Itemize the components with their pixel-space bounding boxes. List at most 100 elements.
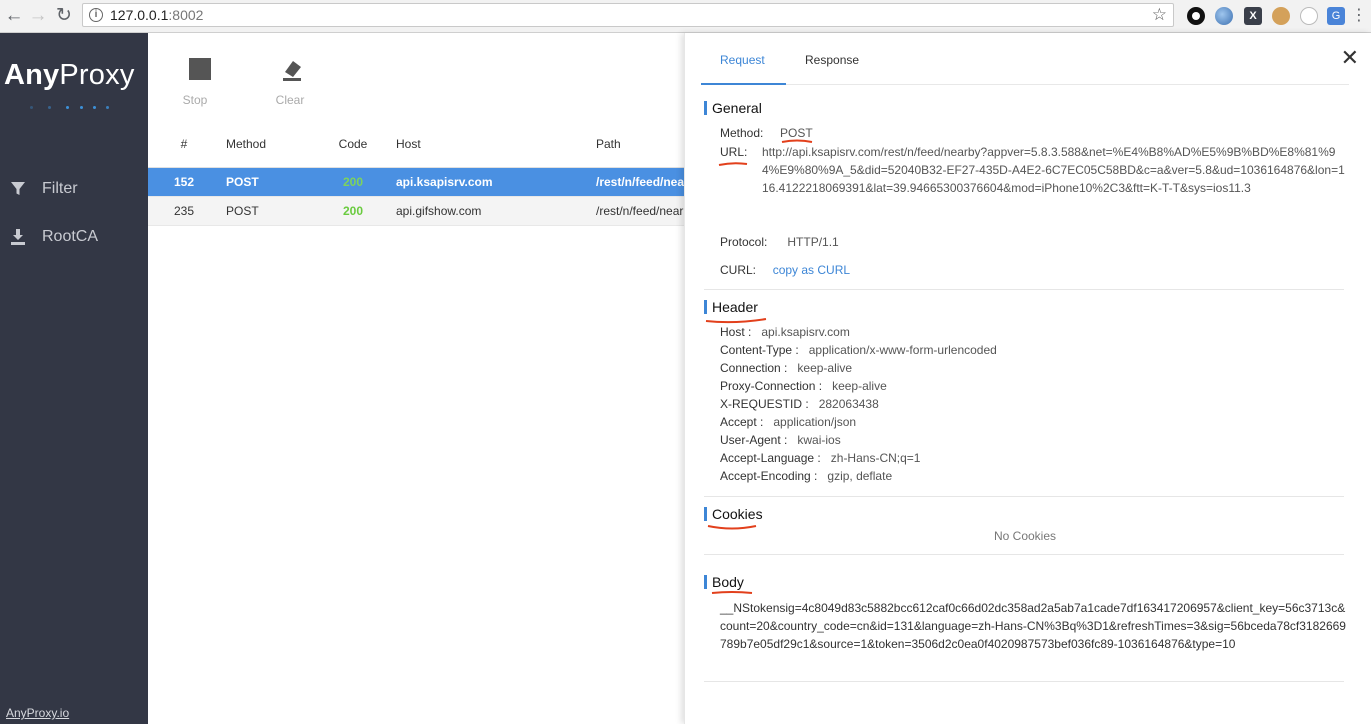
general-protocol: Protocol: HTTP/1.1 [720, 233, 839, 251]
translate-icon[interactable]: G [1327, 7, 1345, 25]
header-value: api.ksapisrv.com [761, 325, 850, 339]
row-code: 200 [342, 204, 364, 218]
row-id: 152 [173, 175, 195, 189]
header-entry: Proxy-Connection : keep-alive [720, 377, 887, 395]
header-host[interactable]: Host [396, 120, 586, 168]
sidebar-item-rootca[interactable]: RootCA [0, 221, 148, 255]
row-method: POST [226, 175, 259, 189]
clear-label: Clear [275, 93, 305, 107]
header-entry: Connection : keep-alive [720, 359, 852, 377]
extension-cookie-icon[interactable] [1272, 7, 1290, 25]
stop-icon [189, 58, 211, 80]
clear-button[interactable]: Clear [260, 55, 320, 107]
request-body-content: __NStokensig=4c8049d83c5882bcc612caf0c66… [720, 601, 1346, 651]
logo-bold: Any [4, 59, 60, 91]
bookmark-star-icon[interactable]: ☆ [1152, 5, 1167, 25]
url-key: URL: [720, 145, 748, 159]
header-key: Accept-Language : [720, 451, 821, 465]
header-entry: User-Agent : kwai-ios [720, 431, 841, 449]
extension-circle-icon[interactable] [1187, 7, 1205, 25]
header-value: keep-alive [797, 361, 853, 375]
sidebar-item-filter[interactable]: Filter [0, 173, 148, 207]
section-divider [704, 554, 1344, 555]
header-value: zh-Hans-CN;q=1 [830, 451, 921, 465]
row-code: 200 [342, 175, 364, 189]
header-value: application/json [773, 415, 857, 429]
eraser-icon [283, 61, 301, 81]
section-divider [704, 681, 1344, 682]
header-entry: Accept : application/json [720, 413, 856, 431]
info-icon[interactable]: i [89, 8, 103, 22]
tab-request[interactable]: Request [720, 53, 765, 67]
extension-disabled-icon[interactable] [1300, 7, 1318, 25]
header-value: keep-alive [832, 379, 887, 393]
header-entry: Accept-Encoding : gzip, deflate [720, 467, 892, 485]
section-divider [704, 289, 1344, 290]
address-bar[interactable]: i 127.0.0.1:8002 ☆ [82, 3, 1174, 27]
table-row[interactable]: 235 POST 200 api.gifshow.com /rest/n/fee… [148, 197, 684, 226]
forward-arrow-icon[interactable]: → [26, 4, 50, 28]
header-number[interactable]: # [148, 120, 220, 168]
url-value: http://api.ksapisrv.com/rest/n/feed/near… [762, 145, 1345, 195]
header-path[interactable]: Path [596, 120, 684, 168]
table-row[interactable]: 152 POST 200 api.ksapisrv.com /rest/n/fe… [148, 168, 684, 197]
download-icon [11, 229, 25, 245]
row-path: /rest/n/feed/nearby [596, 204, 684, 218]
stop-button[interactable]: Stop [165, 55, 225, 107]
section-title: Cookies [704, 505, 1344, 523]
header-section: Header [704, 298, 1344, 316]
header-value: application/x-www-form-urlencoded [808, 343, 997, 357]
extension-x-icon[interactable]: X [1244, 7, 1262, 25]
row-host: api.ksapisrv.com [396, 175, 493, 189]
general-curl: CURL: copy as CURL [720, 261, 850, 279]
table-header: # Method Code Host Path [148, 120, 684, 168]
stop-label: Stop [182, 93, 208, 107]
tab-response[interactable]: Response [805, 53, 859, 67]
logo-dots [30, 106, 110, 110]
reload-icon[interactable]: ↻ [52, 4, 76, 28]
header-code[interactable]: Code [328, 120, 378, 168]
header-entry: Content-Type : application/x-www-form-ur… [720, 341, 997, 359]
section-title: General [704, 99, 1344, 117]
header-value: gzip, deflate [827, 469, 893, 483]
header-key: X-REQUESTID : [720, 397, 809, 411]
cookies-section: Cookies [704, 505, 1344, 523]
close-icon[interactable]: ✕ [1341, 47, 1359, 69]
header-key: User-Agent : [720, 433, 788, 447]
extension-globe-icon[interactable] [1215, 7, 1233, 25]
row-id: 235 [173, 204, 195, 218]
copy-as-curl-link[interactable]: copy as CURL [773, 263, 850, 277]
browser-toolbar: ← → ↻ i 127.0.0.1:8002 ☆ X G ⋮ [0, 0, 1371, 33]
header-key: Accept-Encoding : [720, 469, 818, 483]
general-url-key: URL: [720, 143, 747, 161]
header-entry: Host : api.ksapisrv.com [720, 323, 850, 341]
header-value: 282063438 [818, 397, 879, 411]
no-cookies-text: No Cookies [993, 529, 1057, 543]
logo-light: Proxy [59, 59, 135, 91]
request-detail-panel: Request Response ✕ General Method: POST … [684, 33, 1371, 724]
section-title: Body [704, 573, 1344, 591]
filter-icon [11, 182, 25, 195]
detail-tabs: Request Response [701, 33, 1349, 85]
anyproxy-site-link[interactable]: AnyProxy.io [6, 706, 69, 720]
body-section: Body [704, 573, 1344, 591]
address-url: 127.0.0.1:8002 [110, 7, 203, 23]
method-value: POST [780, 126, 813, 140]
annotation-underline [718, 162, 748, 166]
sidebar: AnyProxy Filter RootCA AnyProxy.io [0, 33, 148, 724]
protocol-value: HTTP/1.1 [787, 235, 839, 249]
header-key: Content-Type : [720, 343, 799, 357]
header-key: Connection : [720, 361, 788, 375]
header-entry: X-REQUESTID : 282063438 [720, 395, 879, 413]
curl-key: CURL: [720, 263, 757, 277]
back-arrow-icon[interactable]: ← [2, 4, 26, 28]
header-method[interactable]: Method [226, 120, 316, 168]
header-entry: Accept-Language : zh-Hans-CN;q=1 [720, 449, 920, 467]
url-host: 127.0.0.1 [110, 7, 169, 23]
row-path: /rest/n/feed/nearby [596, 175, 684, 189]
request-table: # Method Code Host Path 152 POST 200 api… [148, 120, 684, 226]
menu-icon[interactable]: ⋮ [1347, 4, 1371, 28]
row-method: POST [226, 204, 259, 218]
section-divider [704, 496, 1344, 497]
sidebar-item-label: RootCA [42, 228, 99, 245]
